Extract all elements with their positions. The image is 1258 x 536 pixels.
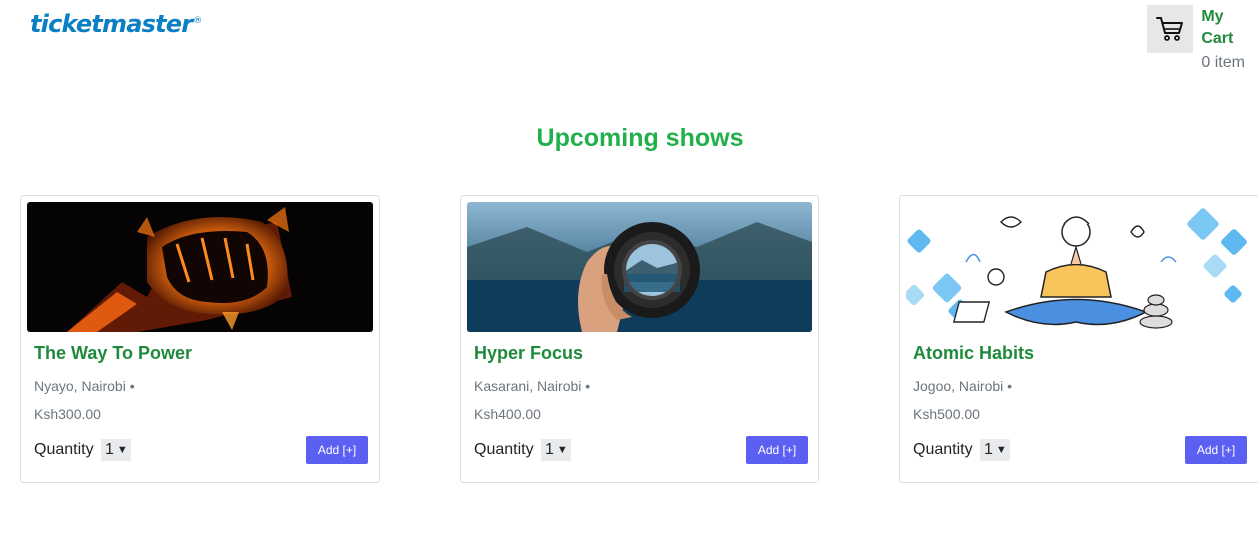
show-card: The Way To Power Nyayo, Nairobi • Ksh300… xyxy=(20,195,380,483)
chevron-down-icon: ▼ xyxy=(995,444,1007,456)
ticketmaster-logo[interactable]: ticketmaster® xyxy=(30,10,202,38)
quantity-select[interactable]: 1 ▼ xyxy=(101,439,131,461)
show-location: Nyayo, Nairobi • xyxy=(34,378,135,394)
show-title[interactable]: Hyper Focus xyxy=(474,343,583,364)
my-cart-button[interactable]: My Cart 0 item xyxy=(1147,5,1258,74)
cart-item-count: 0 item xyxy=(1201,54,1245,71)
show-price: Ksh300.00 xyxy=(34,406,101,422)
quantity-value: 1 xyxy=(105,441,114,458)
registered-mark: ® xyxy=(193,16,202,26)
show-price: Ksh400.00 xyxy=(474,406,541,422)
quantity-value: 1 xyxy=(984,441,993,458)
add-to-cart-button[interactable]: Add [+] xyxy=(1185,436,1247,464)
chevron-down-icon: ▼ xyxy=(556,444,568,456)
show-title[interactable]: Atomic Habits xyxy=(913,343,1034,364)
shopping-cart-icon[interactable] xyxy=(1147,5,1194,53)
show-card: Atomic Habits Jogoo, Nairobi • Ksh500.00… xyxy=(899,195,1258,483)
quantity-label: Quantity xyxy=(34,441,94,458)
chevron-down-icon: ▼ xyxy=(116,444,128,456)
cart-title: My Cart xyxy=(1201,8,1234,47)
add-to-cart-button[interactable]: Add [+] xyxy=(746,436,808,464)
camera-lens-lake-image[interactable] xyxy=(467,202,812,332)
show-location: Jogoo, Nairobi • xyxy=(913,378,1013,394)
quantity-select[interactable]: 1 ▼ xyxy=(541,439,571,461)
flaming-fist-image[interactable] xyxy=(27,202,373,332)
quantity-select[interactable]: 1 ▼ xyxy=(980,439,1010,461)
show-location: Kasarani, Nairobi • xyxy=(474,378,591,394)
show-price: Ksh500.00 xyxy=(913,406,980,422)
show-title[interactable]: The Way To Power xyxy=(34,343,192,364)
quantity-value: 1 xyxy=(545,441,554,458)
add-to-cart-button[interactable]: Add [+] xyxy=(306,436,368,464)
logo-text: ticketmaster xyxy=(30,10,193,38)
section-title: Upcoming shows xyxy=(536,124,744,152)
quantity-label: Quantity xyxy=(474,441,534,458)
meditation-illustration-image[interactable] xyxy=(906,202,1252,332)
quantity-label: Quantity xyxy=(913,441,973,458)
show-card: Hyper Focus Kasarani, Nairobi • Ksh400.0… xyxy=(460,195,819,483)
